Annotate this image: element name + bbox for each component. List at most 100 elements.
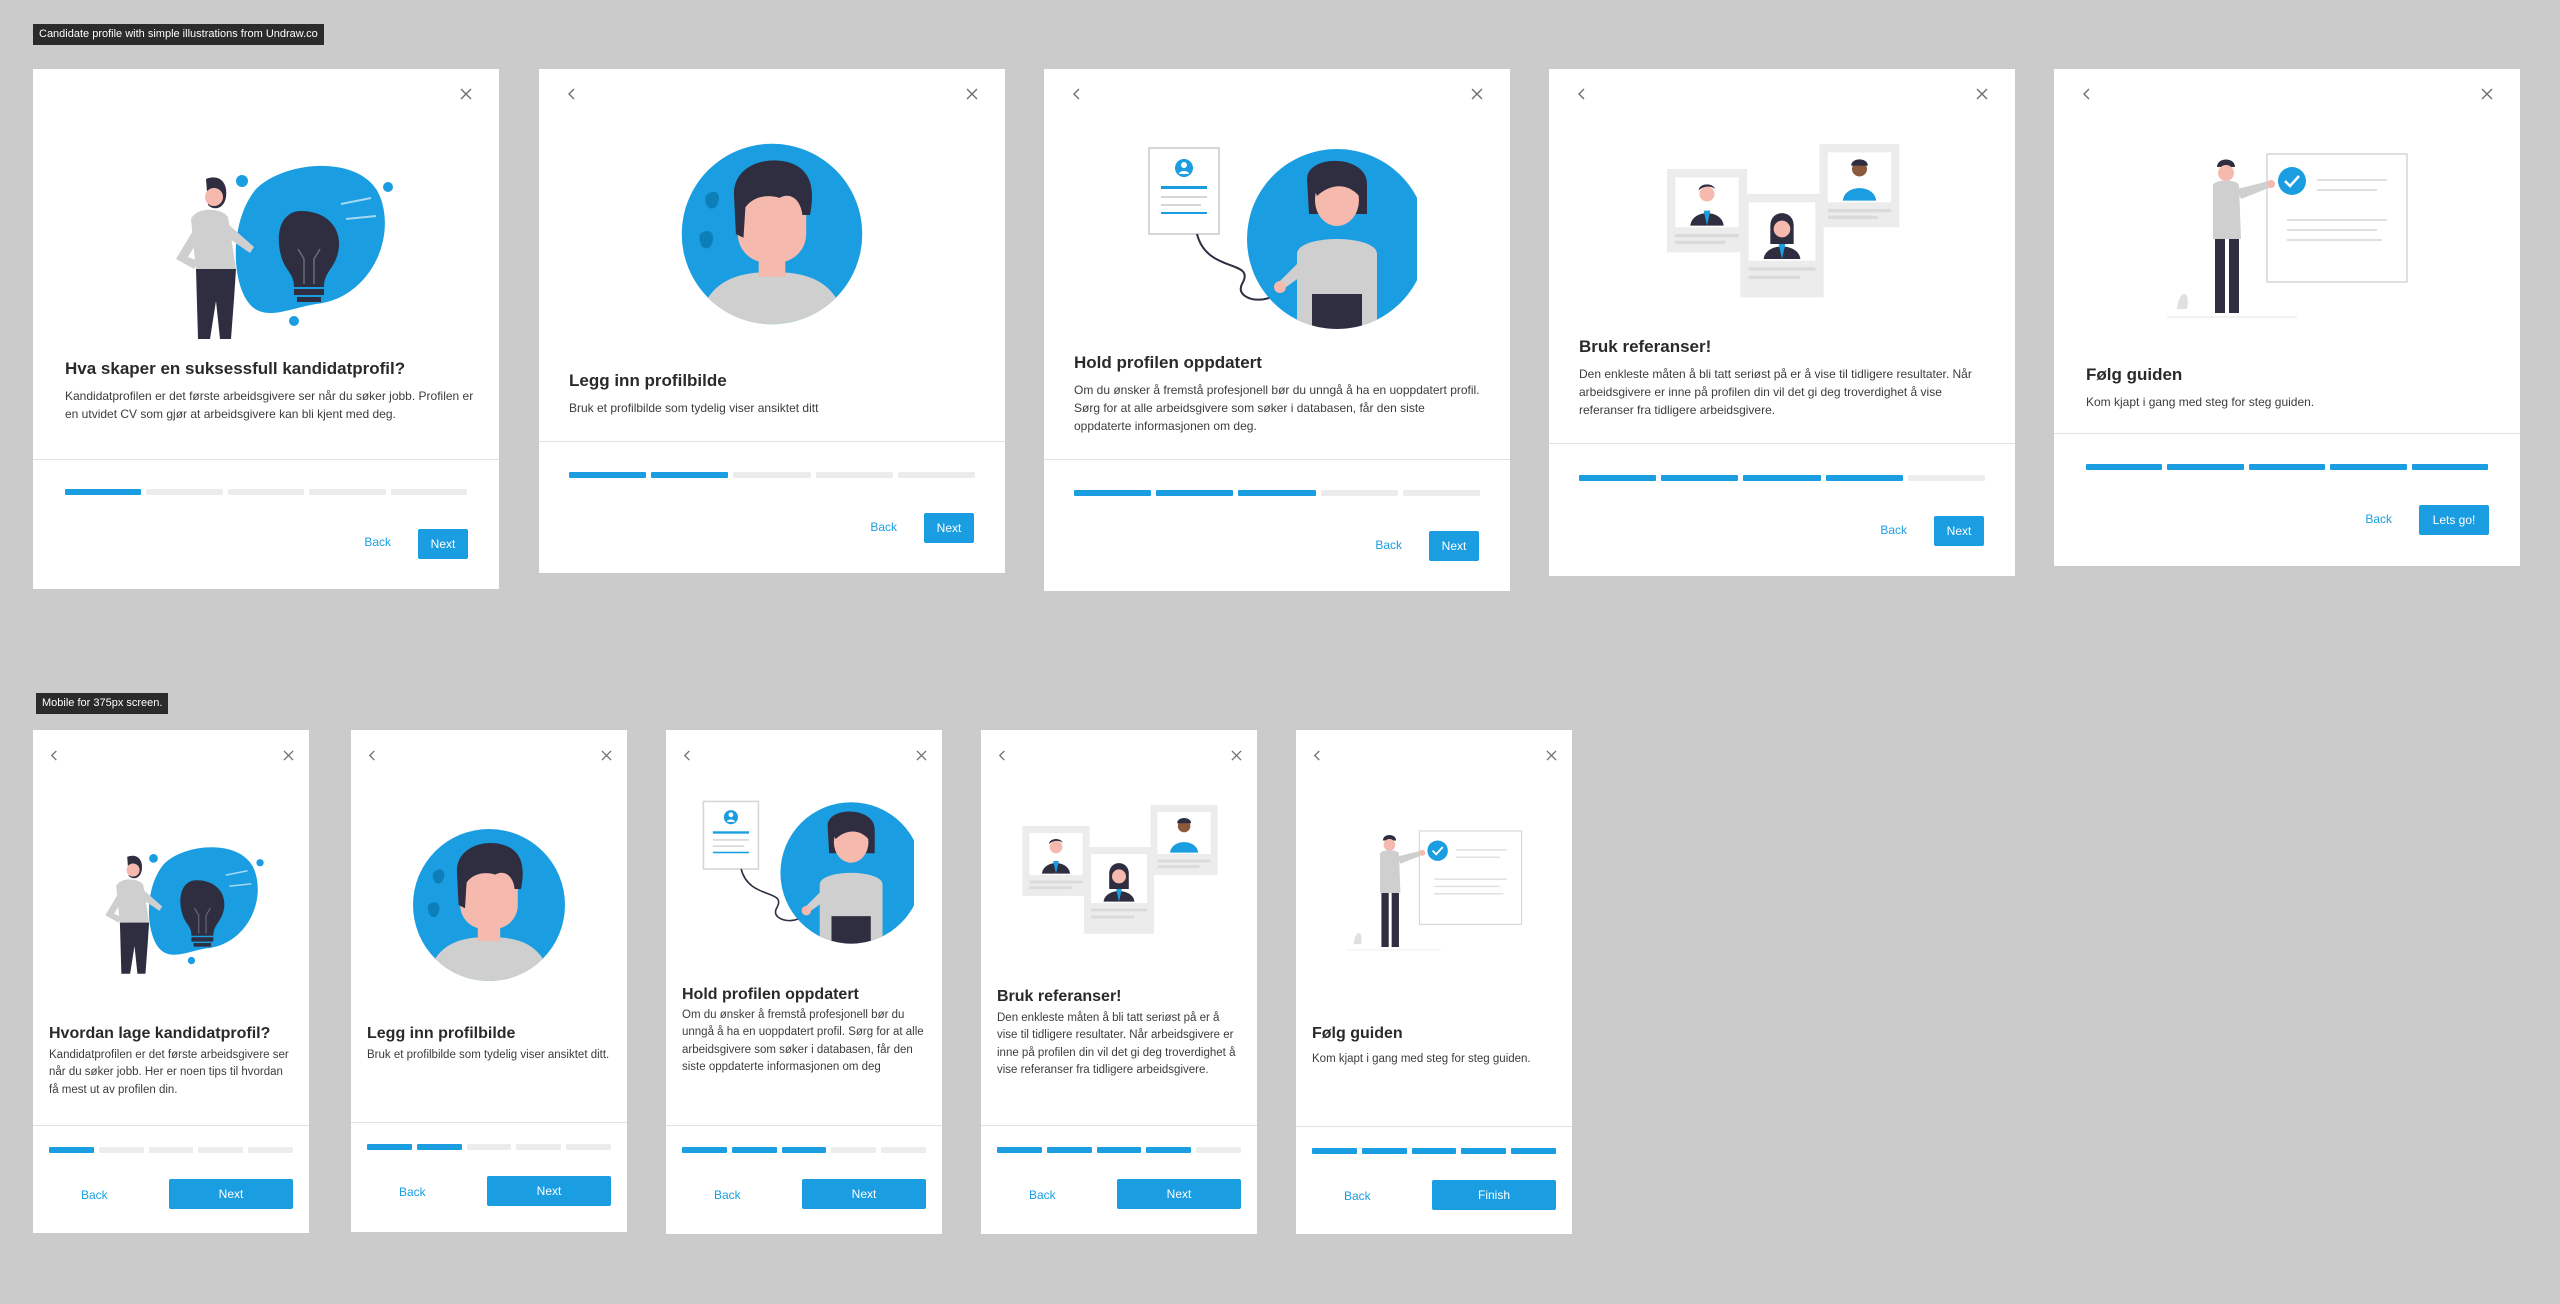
close-icon[interactable] [277,744,299,766]
finish-button[interactable]: Finish [1432,1180,1556,1210]
close-icon[interactable] [961,83,983,105]
progress-segment-active [1743,475,1821,481]
progress-segment-active [1361,1148,1407,1154]
back-button[interactable]: Back [1375,538,1402,552]
progress-segment-active [651,472,729,478]
progress-segment-active [1156,490,1234,496]
card-body: Om du ønsker å fremstå profesjonell bør … [682,1009,924,1073]
back-button[interactable]: Back [399,1185,426,1199]
step-progress [997,1147,1241,1153]
progress-segment [516,1144,562,1150]
chevron-left-icon[interactable] [991,744,1013,766]
progress-segment-active [1461,1148,1507,1154]
next-button[interactable]: Next [1429,531,1479,561]
divider [981,1125,1257,1126]
progress-segment [390,489,468,495]
guide-illustration [1296,820,1572,966]
next-button[interactable]: Next [924,513,974,543]
mobile-card-2: Legg inn profilbilde Bruk et profilbilde… [351,730,627,1232]
divider [2054,433,2520,434]
chevron-left-icon[interactable] [2076,83,2098,105]
close-icon[interactable] [1466,83,1488,105]
next-button[interactable]: Next [1117,1179,1241,1209]
lightbulb-illustration [33,835,309,981]
progress-segment-active [781,1147,827,1153]
chevron-left-icon[interactable] [1571,83,1593,105]
next-button[interactable]: Next [418,529,468,559]
progress-segment [248,1147,293,1153]
chevron-left-icon[interactable] [1306,744,1328,766]
close-icon[interactable] [2476,83,2498,105]
card-title: Hva skaper en suksessfull kandidatprofil… [65,359,406,378]
back-button[interactable]: Back [714,1188,741,1202]
back-button[interactable]: Back [1029,1188,1056,1202]
back-button[interactable]: Back [1344,1189,1371,1203]
step-progress [49,1147,293,1153]
progress-segment-active [997,1147,1042,1153]
chevron-left-icon[interactable] [561,83,583,105]
progress-segment [881,1147,926,1153]
progress-segment-active [2248,464,2326,470]
progress-segment [1907,475,1986,481]
close-icon[interactable] [1971,83,1993,105]
close-icon[interactable] [595,744,617,766]
card-body: Kandidatprofilen er det første arbeidsgi… [49,1049,289,1096]
progress-segment-active [1579,475,1657,481]
progress-segment [98,1147,144,1153]
close-icon[interactable] [1225,744,1247,766]
close-icon[interactable] [455,83,477,105]
back-button[interactable]: Back [870,520,897,534]
chevron-left-icon[interactable] [676,744,698,766]
progress-segment [466,1144,512,1150]
avatar-illustration [539,139,1005,329]
progress-segment-active [1074,490,1152,496]
next-button[interactable]: Next [169,1179,293,1209]
close-icon[interactable] [910,744,932,766]
next-button[interactable]: Next [802,1179,926,1209]
guide-illustration [2054,139,2520,339]
chevron-left-icon[interactable] [361,744,383,766]
progress-segment [1402,490,1481,496]
card-title: Hold profilen oppdatert [1074,353,1262,372]
progress-segment-active [1146,1147,1192,1153]
card-body: Den enkleste måten å bli tatt seriøst på… [997,1012,1236,1076]
card-body: Den enkleste måten å bli tatt seriøst på… [1579,367,1972,417]
update-profile-illustration [1044,134,1510,334]
divider [1044,459,1510,460]
card-body: Om du ønsker å fremstå profesjonell bør … [1074,383,1480,433]
next-button[interactable]: Next [487,1176,611,1206]
progress-segment-active [1238,490,1316,496]
mobile-card-3: Hold profilen oppdatert Om du ønsker å f… [666,730,942,1234]
progress-segment [897,472,976,478]
card-title: Hold profilen oppdatert [682,986,859,1003]
progress-segment-active [2086,464,2163,470]
progress-segment-active [682,1147,727,1153]
back-button[interactable]: Back [2365,512,2392,526]
progress-segment [1320,490,1398,496]
step-progress [1074,490,1481,496]
desktop-card-2: Legg inn profilbilde Bruk et profilbilde… [539,69,1005,573]
back-button[interactable]: Back [81,1188,108,1202]
back-button[interactable]: Back [1880,523,1907,537]
divider [33,1125,309,1126]
progress-segment-active [367,1144,412,1150]
progress-segment-active [1825,475,1903,481]
desktop-card-4: Bruk referanser! Den enkleste måten å bl… [1549,69,2015,576]
desktop-card-3: Hold profilen oppdatert Om du ønsker å f… [1044,69,1510,591]
next-button[interactable]: Next [1934,516,1984,546]
card-body: Kom kjapt i gang med steg for steg guide… [2086,395,2315,409]
step-progress [682,1147,926,1153]
lets-go-button[interactable]: Lets go! [2419,505,2489,535]
card-title: Følg guiden [2086,365,2183,384]
close-icon[interactable] [1540,744,1562,766]
progress-segment-active [49,1147,94,1153]
progress-segment [733,472,811,478]
card-body: Bruk et profilbilde som tydelig viser an… [367,1049,610,1061]
chevron-left-icon[interactable] [43,744,65,766]
progress-segment [1196,1147,1241,1153]
step-progress [2086,464,2489,470]
back-button[interactable]: Back [364,535,391,549]
step-progress [367,1144,611,1150]
chevron-left-icon[interactable] [1066,83,1088,105]
card-body: Kom kjapt i gang med steg for steg guide… [1312,1053,1531,1065]
